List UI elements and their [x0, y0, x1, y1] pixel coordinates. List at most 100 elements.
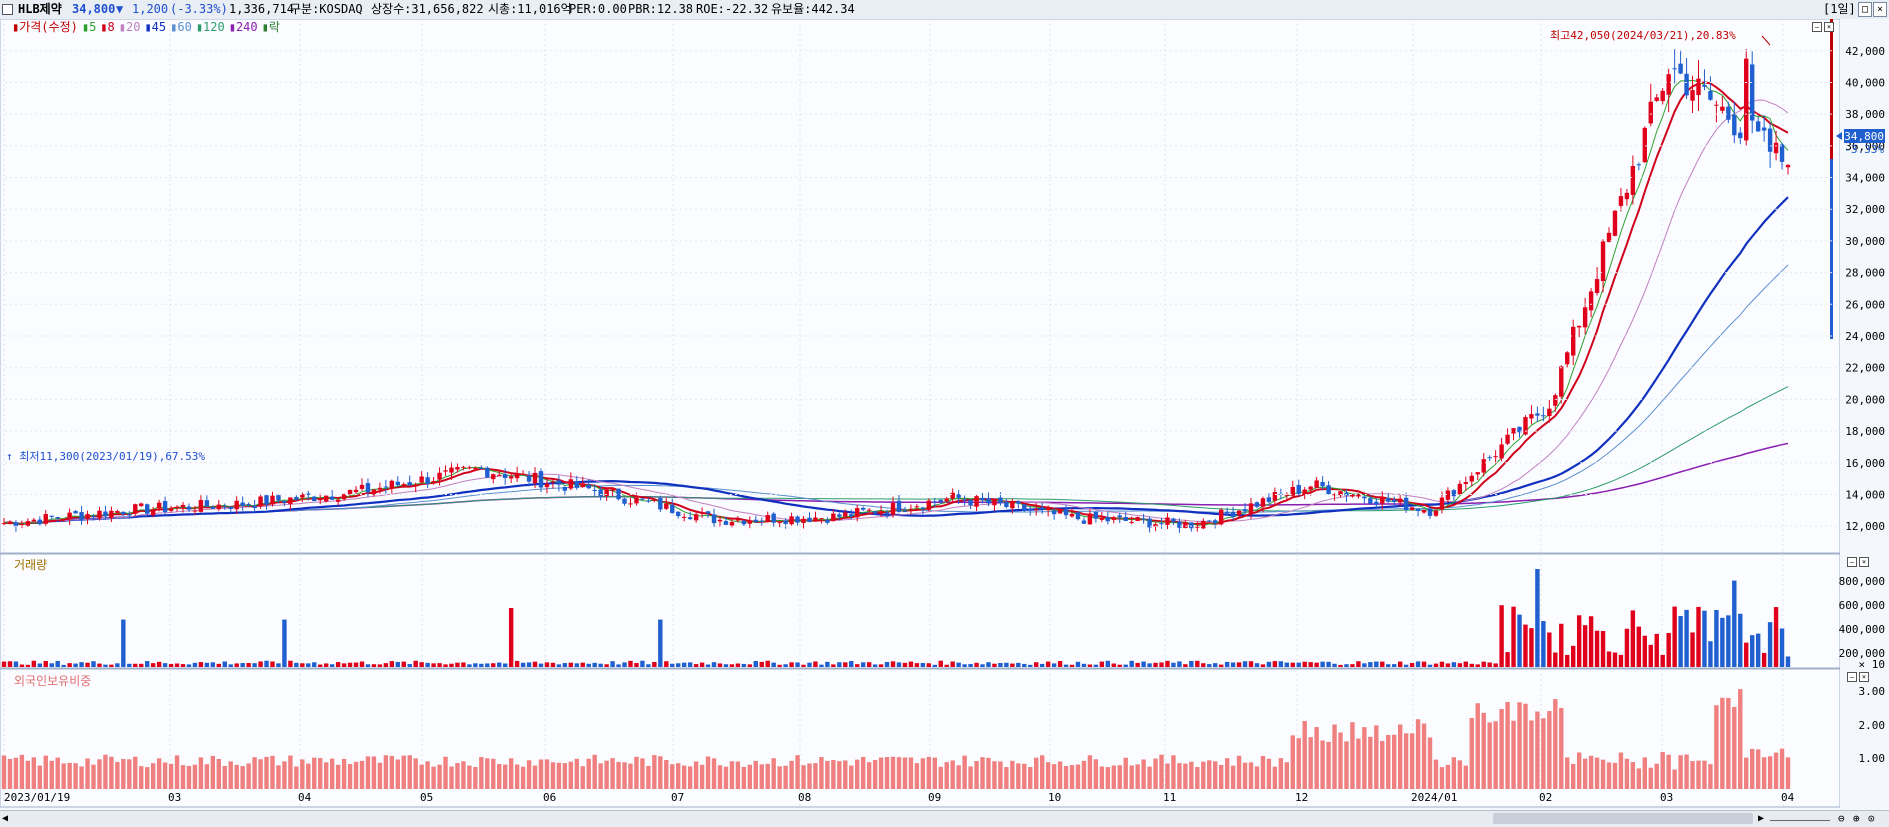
horizontal-scrollbar[interactable]: ◀ ▶ ⊖ ⊕ ⊙ [0, 810, 1889, 827]
price-panel-close-button[interactable]: × [1824, 22, 1834, 32]
volume-bar [717, 663, 723, 667]
foreign-ratio-bar [1451, 757, 1457, 789]
legend-item[interactable]: ▮120 [196, 20, 225, 34]
volume-bar [711, 662, 717, 667]
foreign-ratio-bar [717, 765, 723, 789]
price-axis-label: 22,000 [1845, 362, 1885, 375]
candle-body [562, 486, 568, 491]
foreign-ratio-bar [1475, 703, 1480, 789]
scroll-right-icon[interactable]: ▶ [1758, 813, 1764, 824]
volume-bar [1392, 664, 1397, 667]
candle-body [926, 500, 932, 511]
foreign-ratio-bar [1773, 752, 1779, 789]
volume-panel-title: 거래량 [14, 558, 51, 572]
volume-bar [992, 663, 997, 667]
foreign-ratio-bar [282, 761, 287, 789]
volume-axis-label: 800,000 [1839, 575, 1885, 588]
legend-item[interactable]: ▮8 [100, 20, 114, 34]
candle-body [1087, 513, 1093, 525]
candle-body [246, 503, 251, 506]
candle-body [1690, 90, 1695, 101]
volume-bar [849, 661, 854, 667]
zoom-slider[interactable] [1770, 815, 1830, 821]
volume-bar [1135, 662, 1140, 667]
foreign-ratio-bar [1624, 758, 1630, 789]
candle-body [902, 511, 908, 513]
foreign-ratio-bar [1201, 761, 1206, 789]
volume-bar [1750, 635, 1755, 667]
scroll-thumb[interactable] [1493, 813, 1753, 824]
zoom-in-icon[interactable]: ⊕ [1853, 812, 1860, 825]
volume-bar [1260, 664, 1266, 667]
legend-item[interactable]: ▮가격(수정) [12, 20, 78, 34]
foreign-ratio-bar [443, 756, 448, 789]
foreign-ratio-bar [1302, 720, 1307, 789]
foreign-ratio-bar [1571, 763, 1576, 789]
legend-item[interactable]: ▮락 [262, 20, 280, 34]
volume-panel-minimize-button[interactable]: – [1847, 557, 1857, 567]
volume-bar [1600, 631, 1606, 667]
menu-icon[interactable] [2, 4, 13, 15]
foreign-ratio-bar [1045, 762, 1051, 789]
volume-bar [228, 664, 233, 667]
volume-bar [1105, 660, 1111, 667]
volume-bar [240, 663, 245, 667]
x-axis-label: 04 [1781, 791, 1795, 804]
foreign-ratio-bar [55, 757, 60, 789]
zoom-out-icon[interactable]: ⊖ [1838, 812, 1845, 825]
foreign-ratio-bar [849, 765, 854, 789]
maximize-button[interactable]: □ [1858, 2, 1872, 17]
foreign-ratio-bar [395, 759, 400, 789]
stock-name[interactable]: HLB제약 [18, 0, 62, 19]
foreign-ratio-bar [819, 757, 824, 789]
foreign-ratio-bar [902, 757, 908, 789]
candle-body [1702, 85, 1707, 87]
candle-body [359, 484, 365, 489]
volume-bar [335, 662, 341, 667]
foreign-ratio-bar [1051, 764, 1057, 789]
price-panel-minimize-button[interactable]: – [1812, 22, 1822, 32]
foreign-ratio-bar [407, 755, 412, 789]
volume-bar [306, 663, 311, 667]
candle-body [1439, 497, 1445, 510]
candle-body [37, 519, 42, 525]
volume-bar [270, 661, 275, 667]
foreign-ratio-bar [1576, 752, 1582, 789]
volume-bar [25, 664, 31, 667]
volume-bar [1218, 664, 1224, 667]
legend-item[interactable]: ▮240 [229, 20, 258, 34]
close-button[interactable]: × [1873, 2, 1887, 17]
candle-body [329, 496, 335, 500]
foreign-ratio-bar [192, 764, 198, 789]
foreign-ratio-bar [312, 757, 317, 789]
candle-body [1183, 522, 1188, 528]
legend-item[interactable]: ▮5 [82, 20, 96, 34]
candle-body [1666, 74, 1671, 95]
price-axis-label: 24,000 [1845, 330, 1885, 343]
candle-body [580, 483, 585, 488]
candle-body [640, 498, 645, 500]
foreign-panel-minimize-button[interactable]: – [1847, 672, 1857, 682]
volume-bar [294, 662, 299, 667]
candle-body [616, 488, 621, 500]
foreign-ratio-bar [25, 760, 31, 789]
candle-body [1141, 518, 1146, 520]
volume-bar [610, 661, 615, 667]
scroll-left-icon[interactable]: ◀ [2, 813, 8, 824]
x-axis-label: 05 [420, 791, 433, 804]
foreign-ratio-bar [1057, 761, 1063, 789]
zoom-reset-icon[interactable]: ⊙ [1868, 812, 1875, 825]
legend-item[interactable]: ▮60 [170, 20, 192, 34]
chart-canvas[interactable]: 42,00040,00038,00036,00034,00032,00030,0… [0, 19, 1889, 827]
volume-bar [980, 664, 985, 667]
foreign-panel-close-button[interactable]: × [1859, 672, 1869, 682]
volume-bar [998, 663, 1003, 667]
candle-body [1523, 417, 1528, 435]
legend-item[interactable]: ▮45 [144, 20, 166, 34]
volume-bar [1344, 664, 1349, 667]
period-selector[interactable]: [1일] [1823, 0, 1856, 19]
volume-bar [1236, 662, 1242, 667]
legend-item[interactable]: ▮20 [119, 20, 141, 34]
volume-panel-close-button[interactable]: × [1859, 557, 1869, 567]
candle-body [1726, 106, 1731, 120]
